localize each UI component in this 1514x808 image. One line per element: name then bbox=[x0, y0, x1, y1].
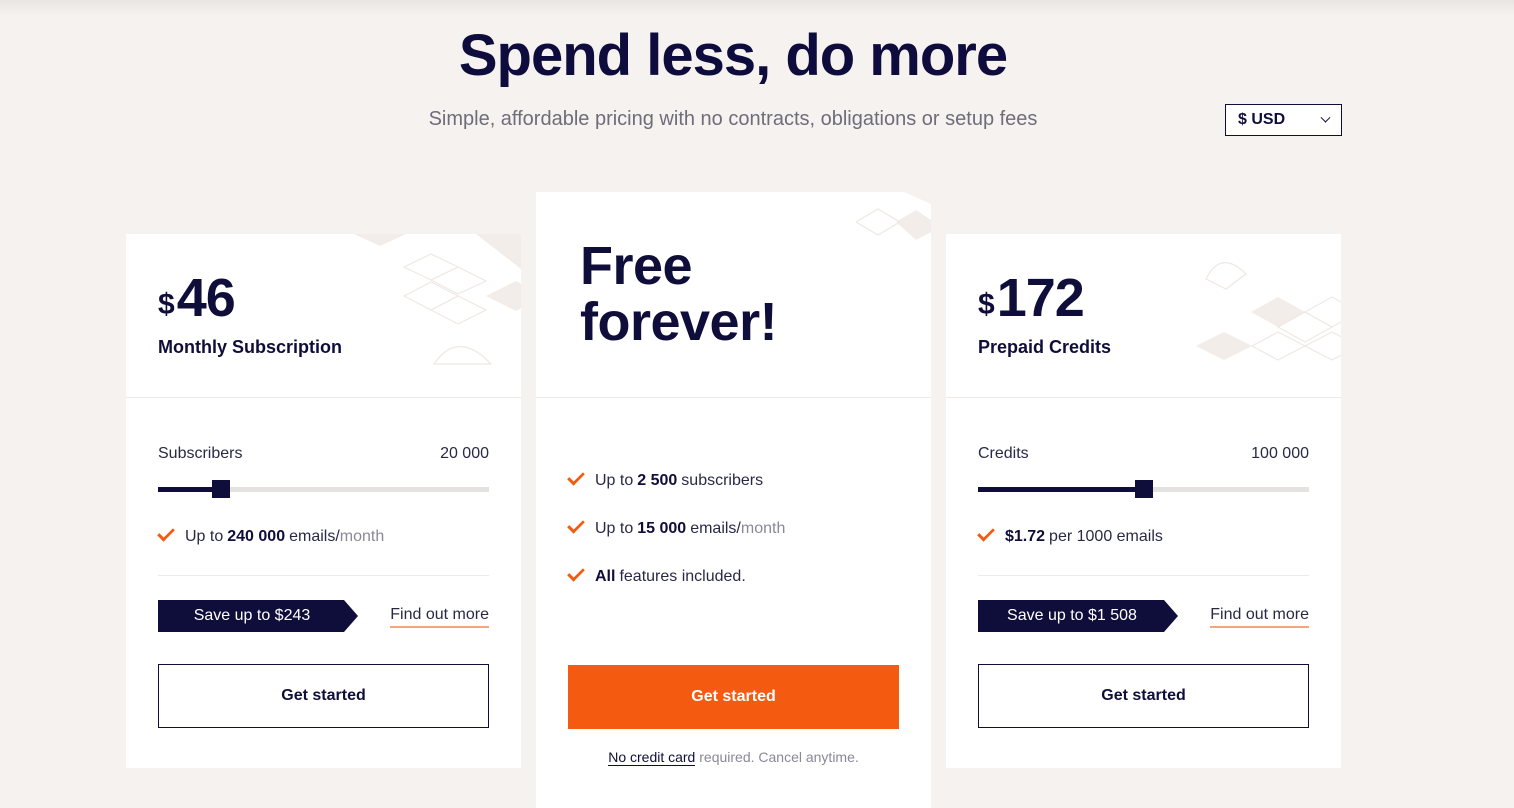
top-shadow bbox=[0, 0, 1514, 16]
slider-label: Credits bbox=[978, 445, 1029, 462]
feature-prefix: Up to bbox=[185, 528, 224, 545]
feature-unit: month bbox=[339, 528, 385, 545]
decorative-pattern bbox=[354, 234, 521, 365]
note-text: required. Cancel anytime. bbox=[699, 749, 859, 765]
slider-thumb[interactable] bbox=[1135, 480, 1154, 498]
check-icon bbox=[567, 563, 585, 582]
slider-fill bbox=[978, 487, 1145, 492]
chevron-down-icon bbox=[1320, 112, 1331, 123]
slider-label: Subscribers bbox=[158, 445, 243, 462]
feature-prefix: Up to bbox=[595, 520, 634, 537]
currency-select-value: $ USD bbox=[1238, 111, 1286, 128]
slider-value: 20 000 bbox=[440, 445, 489, 462]
check-icon bbox=[157, 523, 175, 542]
price-currency: $ bbox=[978, 288, 995, 321]
plan-price: $ 172 bbox=[978, 268, 1085, 328]
feature-highlight: 15 000 bbox=[637, 520, 687, 537]
feature-text: features included. bbox=[619, 568, 746, 585]
feature-item: $1.72 per 1000 emails bbox=[977, 523, 1163, 546]
price-amount: 172 bbox=[996, 268, 1085, 328]
feature-text: emails/ bbox=[289, 528, 340, 545]
currency-select[interactable]: $ USD bbox=[1225, 104, 1342, 136]
feature-text: subscribers bbox=[681, 472, 764, 489]
free-plan-title: Free forever! bbox=[580, 236, 778, 352]
plan-card-free: Free forever! Up to 2 500 subscribers Up… bbox=[536, 192, 931, 808]
price-currency: $ bbox=[158, 288, 175, 321]
free-title-line-1: Free bbox=[580, 236, 693, 296]
decorative-pattern bbox=[1196, 262, 1341, 361]
plan-card-subscription: $ 46 Monthly Subscription Subscribers 20… bbox=[126, 234, 521, 768]
credits-slider[interactable] bbox=[978, 480, 1309, 498]
divider bbox=[978, 575, 1309, 576]
get-started-button[interactable]: Get started bbox=[568, 665, 899, 729]
feature-text: per 1000 emails bbox=[1049, 528, 1163, 545]
feature-highlight: All bbox=[595, 568, 616, 585]
check-icon bbox=[567, 467, 585, 486]
price-amount: 46 bbox=[176, 268, 236, 328]
check-icon bbox=[567, 515, 585, 534]
slider-thumb[interactable] bbox=[211, 480, 230, 498]
plan-card-header: $ 172 Prepaid Credits bbox=[946, 234, 1341, 398]
feature-prefix: Up to bbox=[595, 472, 634, 489]
plan-card-header: $ 46 Monthly Subscription bbox=[126, 234, 521, 398]
subscribers-slider[interactable] bbox=[158, 480, 489, 498]
feature-text: emails/ bbox=[690, 520, 741, 537]
slider-labels: Subscribers 20 000 bbox=[158, 445, 489, 463]
plan-price: $ 46 bbox=[158, 268, 236, 328]
feature-highlight: 2 500 bbox=[637, 472, 678, 489]
get-started-button[interactable]: Get started bbox=[158, 664, 489, 728]
feature-item: Up to 240 000 emails/month bbox=[157, 523, 385, 546]
feature-highlight: 240 000 bbox=[227, 528, 286, 545]
plan-card-header: Free forever! bbox=[536, 192, 931, 398]
slider-value: 100 000 bbox=[1251, 445, 1309, 462]
divider bbox=[158, 575, 489, 576]
page-title: Spend less, do more bbox=[458, 23, 1008, 88]
find-out-more-link[interactable]: Find out more bbox=[390, 606, 489, 628]
plan-card-credits: $ 172 Prepaid Credits Credits 100 000 $1… bbox=[946, 234, 1341, 768]
slider-labels: Credits 100 000 bbox=[978, 445, 1309, 463]
feature-highlight: $1.72 bbox=[1005, 528, 1046, 545]
find-out-more-link[interactable]: Find out more bbox=[1210, 606, 1309, 628]
plan-name: Monthly Subscription bbox=[158, 337, 342, 357]
feature-item: Up to 15 000 emails/month bbox=[567, 515, 786, 538]
feature-unit: month bbox=[740, 520, 786, 537]
plan-name: Prepaid Credits bbox=[978, 337, 1112, 357]
no-credit-card-note: No credit card required. Cancel anytime. bbox=[536, 749, 931, 766]
free-title-line-2: forever! bbox=[580, 292, 778, 352]
get-started-button[interactable]: Get started bbox=[978, 664, 1309, 728]
no-credit-card-link[interactable]: No credit card bbox=[608, 749, 696, 766]
feature-item: All features included. bbox=[567, 563, 746, 586]
decorative-pattern bbox=[856, 192, 931, 240]
savings-badge: Save up to $243 bbox=[158, 600, 358, 632]
feature-item: Up to 2 500 subscribers bbox=[567, 467, 764, 490]
check-icon bbox=[977, 523, 995, 542]
savings-badge: Save up to $1 508 bbox=[978, 600, 1178, 632]
